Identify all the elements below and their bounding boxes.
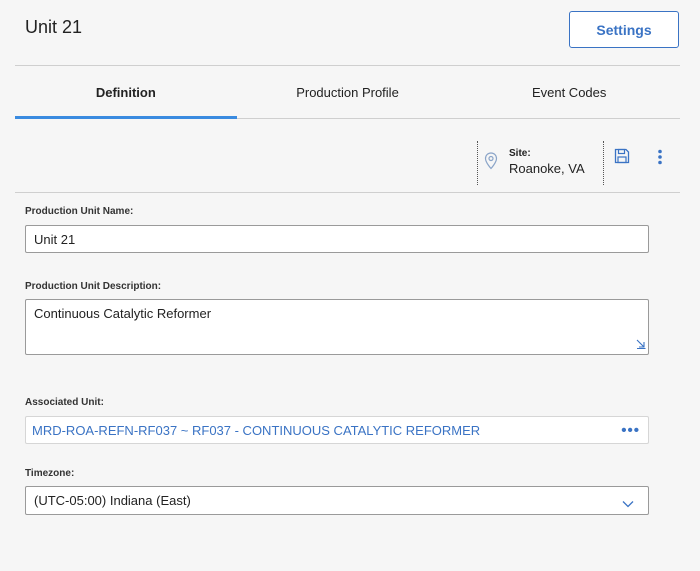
production-unit-description-input[interactable]: Continuous Catalytic Reformer <box>25 299 649 355</box>
associated-unit-field[interactable]: MRD-ROA-REFN-RF037 ~ RF037 - CONTINUOUS … <box>25 416 649 444</box>
timezone-label: Timezone: <box>25 468 75 479</box>
production-unit-description-value: Continuous Catalytic Reformer <box>34 306 212 321</box>
timezone-value: (UTC-05:00) Indiana (East) <box>34 493 191 508</box>
site-label: Site: <box>509 148 531 159</box>
tab-bar: Definition Production Profile Event Code… <box>15 66 680 119</box>
production-unit-name-value: Unit 21 <box>34 231 76 247</box>
settings-button[interactable]: Settings <box>569 11 679 48</box>
resize-handle-icon[interactable] <box>636 337 646 352</box>
save-icon[interactable] <box>614 148 630 169</box>
site-value: Roanoke, VA <box>509 161 585 176</box>
tab-production-profile[interactable]: Production Profile <box>237 66 459 118</box>
production-unit-name-input[interactable]: Unit 21 <box>25 225 649 253</box>
associated-unit-more-button[interactable]: ••• <box>621 422 640 439</box>
associated-unit-label: Associated Unit: <box>25 397 104 408</box>
tab-definition[interactable]: Definition <box>15 66 237 119</box>
tab-event-codes[interactable]: Event Codes <box>458 66 680 118</box>
associated-unit-link[interactable]: MRD-ROA-REFN-RF037 ~ RF037 - CONTINUOUS … <box>32 423 480 438</box>
more-vertical-icon[interactable] <box>657 149 663 170</box>
timezone-select[interactable]: (UTC-05:00) Indiana (East) <box>25 486 649 515</box>
name-label: Production Unit Name: <box>25 206 134 217</box>
chevron-down-icon <box>622 496 634 511</box>
toolbar-divider <box>15 192 680 193</box>
map-pin-icon <box>484 152 498 175</box>
description-label: Production Unit Description: <box>25 281 162 292</box>
page-title: Unit 21 <box>25 17 83 37</box>
site-selector[interactable]: Site: Roanoke, VA <box>477 141 604 185</box>
